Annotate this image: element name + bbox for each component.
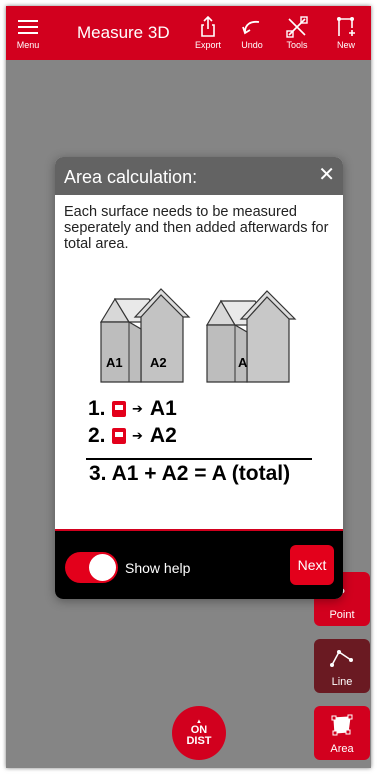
point-label: Point bbox=[329, 609, 355, 621]
illustration-label-a: A bbox=[238, 355, 248, 370]
export-button[interactable]: Export bbox=[188, 14, 228, 50]
new-sketch-icon bbox=[326, 14, 366, 40]
new-label: New bbox=[336, 40, 355, 50]
toggle-knob bbox=[89, 554, 116, 581]
app-title: Measure 3D bbox=[77, 23, 170, 42]
step-3-total: 3. A1 + A2 = A (total) bbox=[89, 462, 291, 485]
tools-icon bbox=[277, 14, 317, 40]
show-help-label: Show help bbox=[125, 560, 191, 576]
dialog-header: Area calculation: ✕ bbox=[55, 157, 343, 195]
step-number: 1. bbox=[88, 396, 106, 420]
tools-label: Tools bbox=[286, 40, 308, 50]
arrow-icon: ➔ bbox=[132, 400, 143, 416]
dialog-body: Each surface needs to be measured sepera… bbox=[55, 195, 343, 529]
area-label: Area bbox=[330, 743, 354, 755]
illustration-label-a2: A2 bbox=[150, 355, 167, 370]
new-button[interactable]: New bbox=[326, 14, 366, 50]
step-target: A1 bbox=[149, 396, 177, 420]
share-icon bbox=[188, 14, 228, 40]
area-tool-icon bbox=[112, 400, 126, 417]
undo-icon bbox=[232, 14, 272, 40]
menu-button[interactable]: Menu bbox=[8, 14, 48, 50]
arrow-icon: ➔ bbox=[132, 427, 143, 443]
line-icon bbox=[329, 639, 355, 676]
hamburger-icon bbox=[8, 14, 48, 40]
dialog-footer: Show help Next bbox=[55, 529, 343, 599]
area-tool-icon bbox=[112, 427, 126, 444]
sum-divider bbox=[86, 458, 312, 460]
menu-label: Menu bbox=[16, 40, 40, 50]
undo-label: Undo bbox=[241, 40, 263, 50]
area-icon bbox=[330, 706, 354, 743]
step-target: A2 bbox=[149, 423, 177, 447]
area-help-dialog: Area calculation: ✕ Each surface needs t… bbox=[55, 157, 343, 599]
step-number: 2. bbox=[88, 423, 106, 447]
area-tool-button[interactable]: Area bbox=[314, 706, 370, 760]
line-tool-button[interactable]: Line bbox=[314, 639, 370, 693]
dialog-title: Area calculation: bbox=[64, 167, 198, 187]
close-icon[interactable]: ✕ bbox=[318, 163, 335, 187]
line-label: Line bbox=[331, 676, 353, 688]
undo-button[interactable]: Undo bbox=[232, 14, 272, 50]
illustration-label-a1: A1 bbox=[106, 355, 123, 370]
step-2: 2. ➔ A2 bbox=[88, 422, 323, 449]
step-1: 1. ➔ A1 bbox=[88, 395, 323, 422]
top-toolbar: Menu Measure 3D Export Undo Tools New bbox=[6, 6, 371, 60]
tools-button[interactable]: Tools bbox=[277, 14, 317, 50]
export-label: Export bbox=[194, 40, 221, 50]
house-area-illustration: A1 A2 A bbox=[99, 288, 297, 383]
app-window: Menu Measure 3D Export Undo Tools New Po… bbox=[6, 6, 371, 768]
on-dist-button[interactable]: ▲ ON DIST bbox=[172, 706, 226, 760]
dialog-description: Each surface needs to be measured sepera… bbox=[64, 204, 329, 252]
dist-label: DIST bbox=[186, 735, 212, 747]
show-help-toggle[interactable] bbox=[65, 552, 118, 583]
next-button[interactable]: Next bbox=[290, 545, 334, 585]
steps-list: 1. ➔ A1 2. ➔ A2 bbox=[88, 395, 323, 449]
